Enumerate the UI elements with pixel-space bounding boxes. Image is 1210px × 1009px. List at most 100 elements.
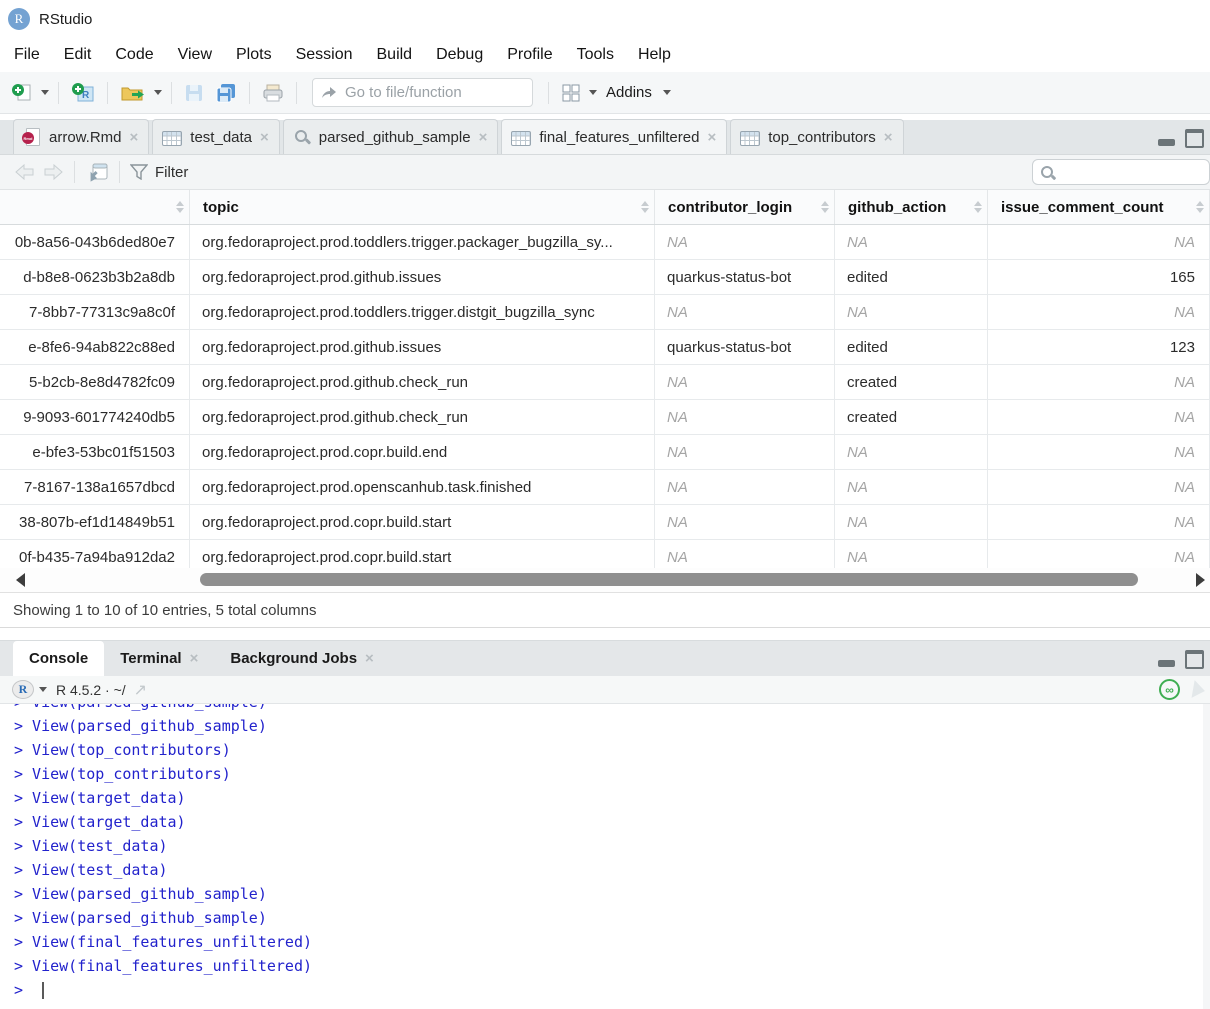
scroll-left-arrow-icon[interactable]: [16, 573, 25, 587]
cell-contributor-login: NA: [655, 225, 835, 259]
close-icon[interactable]: ×: [190, 650, 199, 667]
tab-label: arrow.Rmd: [49, 129, 122, 146]
menu-item[interactable]: Build: [365, 46, 425, 64]
working-directory: ~/: [114, 682, 126, 698]
addins-button[interactable]: Addins: [606, 84, 652, 101]
r-logo-icon[interactable]: R: [12, 680, 34, 699]
table-row: 0b-8a56-043b6ded80e7 org.fedoraproject.p…: [0, 225, 1210, 260]
title-bar: R RStudio: [0, 0, 1210, 38]
console-line: > View(test_data): [14, 858, 1210, 882]
cell-github-action: NA: [835, 435, 988, 469]
filter-icon[interactable]: [130, 164, 148, 180]
r-version-dropdown-icon[interactable]: [39, 687, 47, 692]
toolbar-separator: [171, 82, 172, 104]
console-pane-tab[interactable]: Background Jobs ×: [214, 641, 389, 676]
table-search-input[interactable]: [1061, 163, 1195, 181]
goto-file-search[interactable]: [312, 78, 533, 107]
minimize-pane-icon[interactable]: [1158, 660, 1175, 667]
tab-label: top_contributors: [768, 129, 876, 146]
source-tab[interactable]: test_data ×: [152, 119, 279, 154]
console-line: > View(parsed_github_sample): [14, 906, 1210, 930]
menu-item[interactable]: Edit: [52, 46, 104, 64]
menu-item[interactable]: Tools: [565, 46, 626, 64]
cell-contributor-login: NA: [655, 505, 835, 539]
maximize-pane-icon[interactable]: [1185, 650, 1204, 669]
menu-item[interactable]: View: [166, 46, 224, 64]
close-icon[interactable]: ×: [130, 129, 139, 146]
menu-item[interactable]: Session: [284, 46, 365, 64]
cell-row-id: 9-9093-601774240db5: [0, 400, 190, 434]
save-all-button[interactable]: [212, 79, 240, 107]
close-icon[interactable]: ×: [479, 129, 488, 146]
sort-icon[interactable]: [641, 201, 649, 213]
open-in-window-icon[interactable]: [85, 162, 109, 182]
back-arrow-icon[interactable]: [14, 163, 36, 181]
open-file-button[interactable]: [117, 79, 149, 107]
new-project-button[interactable]: R: [68, 79, 98, 107]
console-pane-tab[interactable]: Terminal ×: [104, 641, 214, 676]
table-search-box[interactable]: [1032, 159, 1210, 185]
menu-item[interactable]: Debug: [424, 46, 495, 64]
cell-github-action: NA: [835, 295, 988, 329]
menu-item[interactable]: Profile: [495, 46, 564, 64]
menu-item[interactable]: File: [2, 46, 52, 64]
goto-arrow-icon: [320, 85, 337, 100]
menu-item[interactable]: Code: [103, 46, 165, 64]
toolbar-separator: [296, 82, 297, 104]
source-tab[interactable]: top_contributors ×: [730, 119, 903, 154]
column-header[interactable]: issue_comment_count: [988, 190, 1210, 224]
source-tab[interactable]: arrow.Rmd ×: [13, 119, 149, 154]
minimize-pane-icon[interactable]: [1158, 139, 1175, 146]
cell-row-id: d-b8e8-0623b3b2a8db: [0, 260, 190, 294]
console-prompt[interactable]: >: [14, 978, 1210, 1002]
view-working-dir-icon[interactable]: ↗: [134, 680, 147, 700]
print-button[interactable]: [259, 79, 287, 107]
cell-github-action: NA: [835, 225, 988, 259]
console-line: > View(test_data): [14, 834, 1210, 858]
horizontal-scrollbar: [0, 568, 1210, 592]
close-icon[interactable]: ×: [884, 129, 893, 146]
new-file-button[interactable]: [8, 79, 36, 107]
source-tab[interactable]: final_features_unfiltered ×: [501, 119, 727, 154]
column-label: github_action: [848, 199, 946, 216]
menu-item[interactable]: Plots: [224, 46, 284, 64]
open-dropdown-icon[interactable]: [154, 90, 162, 95]
sort-icon[interactable]: [176, 201, 184, 213]
panes-dropdown-icon[interactable]: [589, 90, 597, 95]
r-version-label: R 4.5.2 · ~/: [56, 682, 126, 698]
table-row: 5-b2cb-8e8d4782fc09 org.fedoraproject.pr…: [0, 365, 1210, 400]
sort-icon[interactable]: [821, 201, 829, 213]
close-icon[interactable]: ×: [365, 650, 374, 667]
filter-button-label[interactable]: Filter: [155, 164, 188, 181]
addins-dropdown-icon[interactable]: [663, 90, 671, 95]
close-icon[interactable]: ×: [260, 129, 269, 146]
cell-issue-comment-count: NA: [988, 400, 1210, 434]
goto-file-input[interactable]: [343, 83, 507, 102]
table-row: 0f-b435-7a94ba912da2 org.fedoraproject.p…: [0, 540, 1210, 568]
sort-icon[interactable]: [974, 201, 982, 213]
new-file-dropdown-icon[interactable]: [41, 90, 49, 95]
session-suspend-icon[interactable]: ∞: [1159, 679, 1180, 700]
column-header[interactable]: github_action: [835, 190, 988, 224]
forward-arrow-icon[interactable]: [42, 163, 64, 181]
menu-item[interactable]: Help: [626, 46, 683, 64]
console-pane-tab[interactable]: Console: [13, 641, 104, 676]
console-output[interactable]: > View(parsed_github_sample) > View(pars…: [0, 704, 1210, 1009]
console-scrollbar[interactable]: [1203, 704, 1210, 1009]
cell-contributor-login: NA: [655, 365, 835, 399]
console-line: > View(parsed_github_sample): [14, 882, 1210, 906]
panes-layout-button[interactable]: [558, 79, 584, 107]
column-header[interactable]: [0, 190, 190, 224]
sort-icon[interactable]: [1196, 201, 1204, 213]
cell-row-id: 7-8bb7-77313c9a8c0f: [0, 295, 190, 329]
source-tab[interactable]: parsed_github_sample ×: [283, 119, 499, 154]
maximize-pane-icon[interactable]: [1185, 129, 1204, 148]
save-button[interactable]: [181, 79, 207, 107]
scrollbar-thumb[interactable]: [200, 573, 1138, 586]
column-header[interactable]: contributor_login: [655, 190, 835, 224]
cell-row-id: 7-8167-138a1657dbcd: [0, 470, 190, 504]
close-icon[interactable]: ×: [707, 129, 716, 146]
clear-console-icon[interactable]: [1192, 680, 1207, 700]
scroll-right-arrow-icon[interactable]: [1196, 573, 1205, 587]
column-header[interactable]: topic: [190, 190, 655, 224]
